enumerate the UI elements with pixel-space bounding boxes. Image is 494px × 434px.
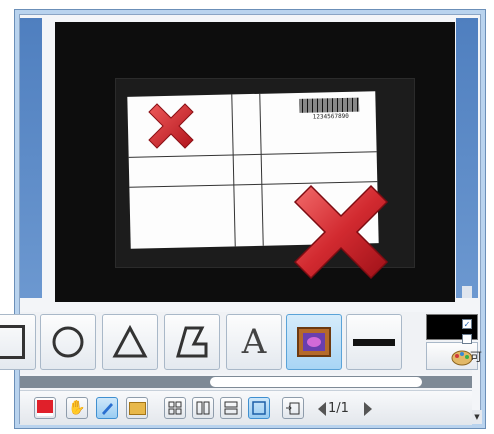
- scroll-down-icon[interactable]: ▼: [472, 410, 482, 424]
- hand-icon: ✋: [68, 400, 86, 416]
- image-icon: [297, 327, 331, 357]
- pen-button[interactable]: [96, 397, 118, 419]
- left-panel-edge: [20, 18, 42, 298]
- grid-line: [259, 93, 264, 246]
- text-icon: A: [241, 322, 267, 362]
- horizontal-scrollbar[interactable]: [20, 376, 472, 388]
- barcode: [299, 97, 360, 113]
- columns-view-button[interactable]: [192, 397, 214, 419]
- bottom-toolbar: ✋ 1/1: [20, 390, 472, 425]
- document-viewer[interactable]: 1234567890: [55, 22, 455, 302]
- prev-page-icon[interactable]: [318, 402, 326, 416]
- single-view-icon: [252, 401, 266, 415]
- fill-checkbox[interactable]: ✓: [462, 319, 472, 329]
- line-icon: [353, 338, 395, 346]
- folder-button[interactable]: [126, 397, 148, 419]
- red-x-mark-large[interactable]: [281, 172, 401, 292]
- grid-view-button[interactable]: [164, 397, 186, 419]
- polygon-icon: [176, 326, 208, 358]
- add-page-button[interactable]: [282, 397, 304, 419]
- scrollbar-thumb[interactable]: [210, 377, 422, 387]
- side-label: 可: [470, 350, 482, 364]
- ellipse-icon: [52, 326, 84, 358]
- rows-view-button[interactable]: [220, 397, 242, 419]
- rectangle-tool-button[interactable]: [0, 314, 36, 370]
- rectangle-icon: [0, 325, 25, 359]
- option-checkbox[interactable]: [462, 334, 472, 344]
- right-panel-edge: [456, 18, 478, 298]
- folder-icon: [128, 401, 146, 415]
- triangle-tool-button[interactable]: [102, 314, 158, 370]
- rows-view-icon: [224, 401, 238, 415]
- pan-button[interactable]: ✋: [66, 397, 88, 419]
- add-page-icon: [286, 402, 300, 415]
- ellipse-tool-button[interactable]: [40, 314, 96, 370]
- single-view-button[interactable]: [248, 397, 270, 419]
- grid-view-icon: [168, 401, 182, 415]
- columns-view-icon: [196, 401, 210, 415]
- pen-icon: [102, 403, 113, 415]
- red-square-icon: [37, 400, 53, 416]
- scroll-corner: [462, 286, 472, 298]
- red-x-mark-small[interactable]: [141, 96, 201, 156]
- line-tool-button[interactable]: [346, 314, 402, 370]
- text-tool-button[interactable]: A: [226, 314, 282, 370]
- barcode-number: 1234567890: [312, 112, 349, 121]
- next-page-icon[interactable]: [364, 402, 372, 416]
- drawing-toolbar: A: [0, 312, 478, 374]
- polygon-tool-button[interactable]: [164, 314, 220, 370]
- page-indicator: 1/1: [328, 401, 349, 416]
- triangle-icon: [112, 324, 148, 358]
- red-color-button[interactable]: [34, 397, 56, 419]
- image-tool-button[interactable]: [286, 314, 342, 370]
- grid-line: [231, 94, 236, 247]
